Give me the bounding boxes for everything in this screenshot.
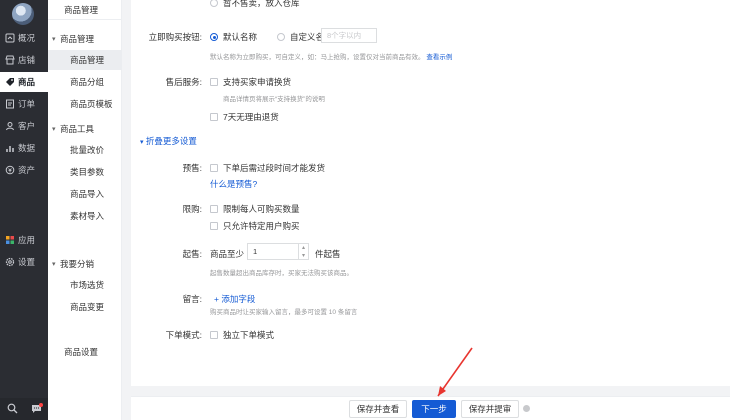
- min-buy-label: 起售:: [182, 249, 202, 259]
- min-buy-prefix: 商品至少: [210, 249, 245, 259]
- subnav-title: 商品管理: [48, 0, 122, 20]
- option-default-name[interactable]: 默认名称: [210, 31, 257, 43]
- subnav-item-goods-group[interactable]: 商品分组: [48, 72, 122, 92]
- apps-icon: [5, 235, 15, 245]
- save-and-view-button[interactable]: 保存并查看: [349, 400, 407, 418]
- what-is-presale-link[interactable]: 什么是预售?: [210, 178, 257, 190]
- nav-item-label: 应用: [18, 235, 36, 245]
- gear-icon: [5, 257, 15, 267]
- subnav-group-title: 商品管理: [60, 34, 95, 44]
- nav-item-data[interactable]: 数据: [0, 138, 48, 158]
- min-buy-suffix: 件起售: [315, 249, 341, 259]
- order-icon: [5, 99, 15, 109]
- nav-item-orders[interactable]: 订单: [0, 94, 48, 114]
- goods-edit-form: 暂不售卖，放入仓库 立即购买按钮: 默认名称 自定义名称 8个字以内 默认名称为…: [131, 0, 730, 386]
- checkbox[interactable]: [210, 331, 218, 339]
- buy-button-label: 立即购买按钮:: [148, 32, 202, 42]
- option-presale[interactable]: 下单后需过段时间才能发货: [210, 162, 325, 174]
- min-buy-quantity-input[interactable]: 1 ▴ ▾: [247, 243, 309, 260]
- option-7day-return[interactable]: 7天无理由退货: [210, 111, 279, 123]
- subnav-item-market-select[interactable]: 市场选货: [48, 275, 122, 295]
- nav-item-label: 订单: [18, 99, 36, 109]
- collapse-more-settings-toggle[interactable]: ▾ 折叠更多设置: [140, 135, 197, 147]
- chevron-down-icon: ▾: [140, 139, 144, 146]
- subnav-item-category-params[interactable]: 类目参数: [48, 162, 122, 182]
- subnav-item-batch-price[interactable]: 批量改价: [48, 140, 122, 160]
- radio[interactable]: [277, 33, 285, 41]
- subnav-group-goods-management[interactable]: ▾ 商品管理: [52, 33, 94, 45]
- user-icon: [5, 121, 15, 131]
- asset-icon: [5, 165, 15, 175]
- checkbox[interactable]: [210, 205, 218, 213]
- message-hint: 购买商品时让买家输入留言，最多可设置 10 条留言: [210, 309, 358, 316]
- nav-bottom-tools: [0, 398, 48, 420]
- chart-icon: [5, 143, 15, 153]
- min-buy-hint: 起售数量超出商品库存时，买家无法购买该商品。: [210, 270, 353, 277]
- subnav-item-page-template[interactable]: 商品页模板: [48, 94, 122, 114]
- save-and-submit-button[interactable]: 保存并提审: [461, 400, 519, 418]
- checkbox[interactable]: [210, 113, 218, 121]
- chevron-down-icon: ▾: [52, 126, 56, 133]
- nav-item-goods[interactable]: 商品: [0, 72, 48, 92]
- quantity-stepper[interactable]: ▴ ▾: [298, 244, 308, 259]
- radio[interactable]: [210, 0, 218, 7]
- secondary-sidebar: 商品管理 ▾ 商品管理 商品管理 商品分组 商品页模板 ▾ 商品工具 批量改价 …: [48, 0, 122, 420]
- checkbox[interactable]: [210, 164, 218, 172]
- nav-item-label: 设置: [18, 257, 36, 267]
- after-sale-label: 售后服务:: [165, 77, 202, 87]
- custom-name-input[interactable]: 8个字以内: [321, 28, 377, 43]
- nav-item-label: 商品: [18, 77, 36, 87]
- subnav-group-title: 我要分销: [60, 259, 95, 269]
- nav-item-overview[interactable]: 概况: [0, 28, 48, 48]
- notification-dot: [39, 403, 43, 407]
- option-put-in-warehouse[interactable]: 暂不售卖，放入仓库: [210, 0, 300, 9]
- add-field-button[interactable]: + 添加字段: [214, 293, 255, 305]
- search-icon[interactable]: [7, 403, 18, 416]
- chevron-up-icon: ▴: [301, 245, 305, 252]
- checkbox[interactable]: [210, 78, 218, 86]
- nav-item-customers[interactable]: 客户: [0, 116, 48, 136]
- nav-item-label: 店铺: [18, 55, 36, 65]
- next-step-button[interactable]: 下一步: [412, 400, 456, 418]
- buy-button-hint: 默认名称为立即购买，可自定义，如：马上抢购，设置仅对当前商品有效。 查看示例: [210, 54, 453, 61]
- nav-item-label: 概况: [18, 33, 36, 43]
- subnav-item-goods-management[interactable]: 商品管理: [48, 50, 122, 70]
- chevron-down-icon: ▾: [301, 252, 305, 259]
- radio-checked[interactable]: [210, 33, 218, 41]
- subnav-item-goods-settings[interactable]: 商品设置: [48, 342, 122, 362]
- order-mode-label: 下单模式:: [165, 330, 202, 340]
- nav-item-label: 客户: [18, 121, 36, 131]
- subnav-group-goods-tools[interactable]: ▾ 商品工具: [52, 123, 94, 135]
- limit-label: 限购:: [182, 204, 202, 214]
- nav-item-store[interactable]: 店铺: [0, 50, 48, 70]
- avatar[interactable]: [12, 3, 34, 25]
- option-independent-order[interactable]: 独立下单模式: [210, 329, 274, 341]
- option-limit-each[interactable]: 限制每人可购买数量: [210, 203, 300, 215]
- option-specific-users[interactable]: 只允许特定用户购买: [210, 220, 300, 232]
- chevron-down-icon: ▾: [52, 36, 56, 43]
- exchange-hint: 商品详情页将展示“支持换货”的说明: [223, 96, 325, 103]
- nav-item-apps[interactable]: 应用: [0, 230, 48, 250]
- subnav-item-goods-import[interactable]: 商品导入: [48, 184, 122, 204]
- main-nav-sidebar: 概况 店铺 商品 订单 客户 数据 资产 应用 设置: [0, 0, 48, 420]
- nav-item-assets[interactable]: 资产: [0, 160, 48, 180]
- store-icon: [5, 55, 15, 65]
- subnav-group-title: 商品工具: [60, 124, 95, 134]
- subnav-item-material-import[interactable]: 素材导入: [48, 206, 122, 226]
- message-label: 留言:: [182, 294, 202, 304]
- nav-item-label: 资产: [18, 165, 36, 175]
- overview-icon: [5, 33, 15, 43]
- tag-icon: [5, 77, 15, 87]
- presale-label: 预售:: [182, 163, 202, 173]
- checkbox[interactable]: [210, 222, 218, 230]
- subnav-group-distribution[interactable]: ▾ 我要分销: [52, 258, 94, 270]
- option-support-exchange[interactable]: 支持买家申请换货: [210, 76, 291, 88]
- chevron-down-icon: ▾: [52, 261, 56, 268]
- bottom-action-bar: 保存并查看 下一步 保存并提审: [131, 396, 730, 420]
- subnav-item-goods-change[interactable]: 商品变更: [48, 297, 122, 317]
- view-example-link[interactable]: 查看示例: [426, 54, 452, 61]
- loading-dot: [523, 405, 530, 412]
- nav-item-label: 数据: [18, 143, 36, 153]
- nav-item-settings[interactable]: 设置: [0, 252, 48, 272]
